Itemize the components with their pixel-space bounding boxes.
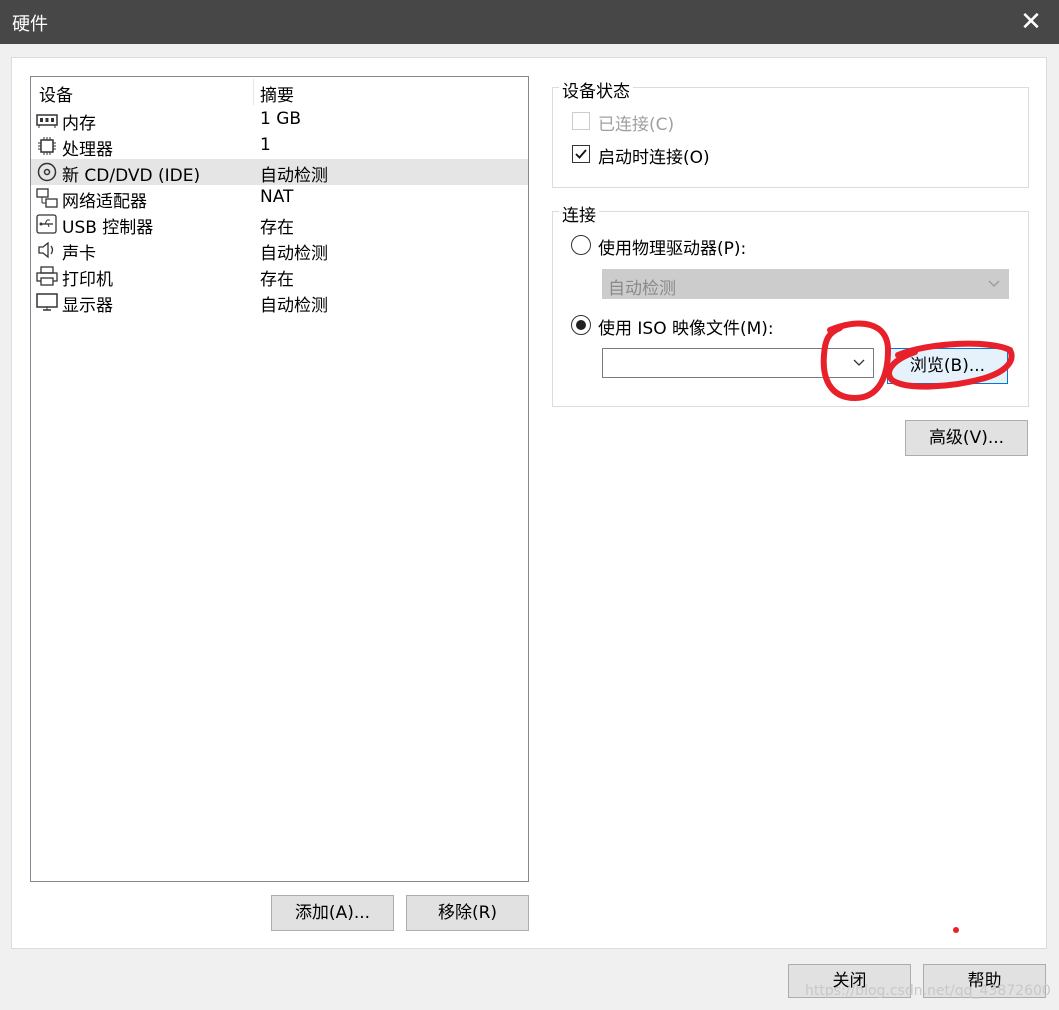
watermark-text: https://blog.csdn.net/qq_43872600 xyxy=(805,983,1051,999)
annotation-circle-dropdown xyxy=(820,320,892,402)
annotation-overlay xyxy=(820,320,1015,933)
annotation-circle-browse xyxy=(886,340,1015,390)
annotation-dot xyxy=(953,927,959,933)
